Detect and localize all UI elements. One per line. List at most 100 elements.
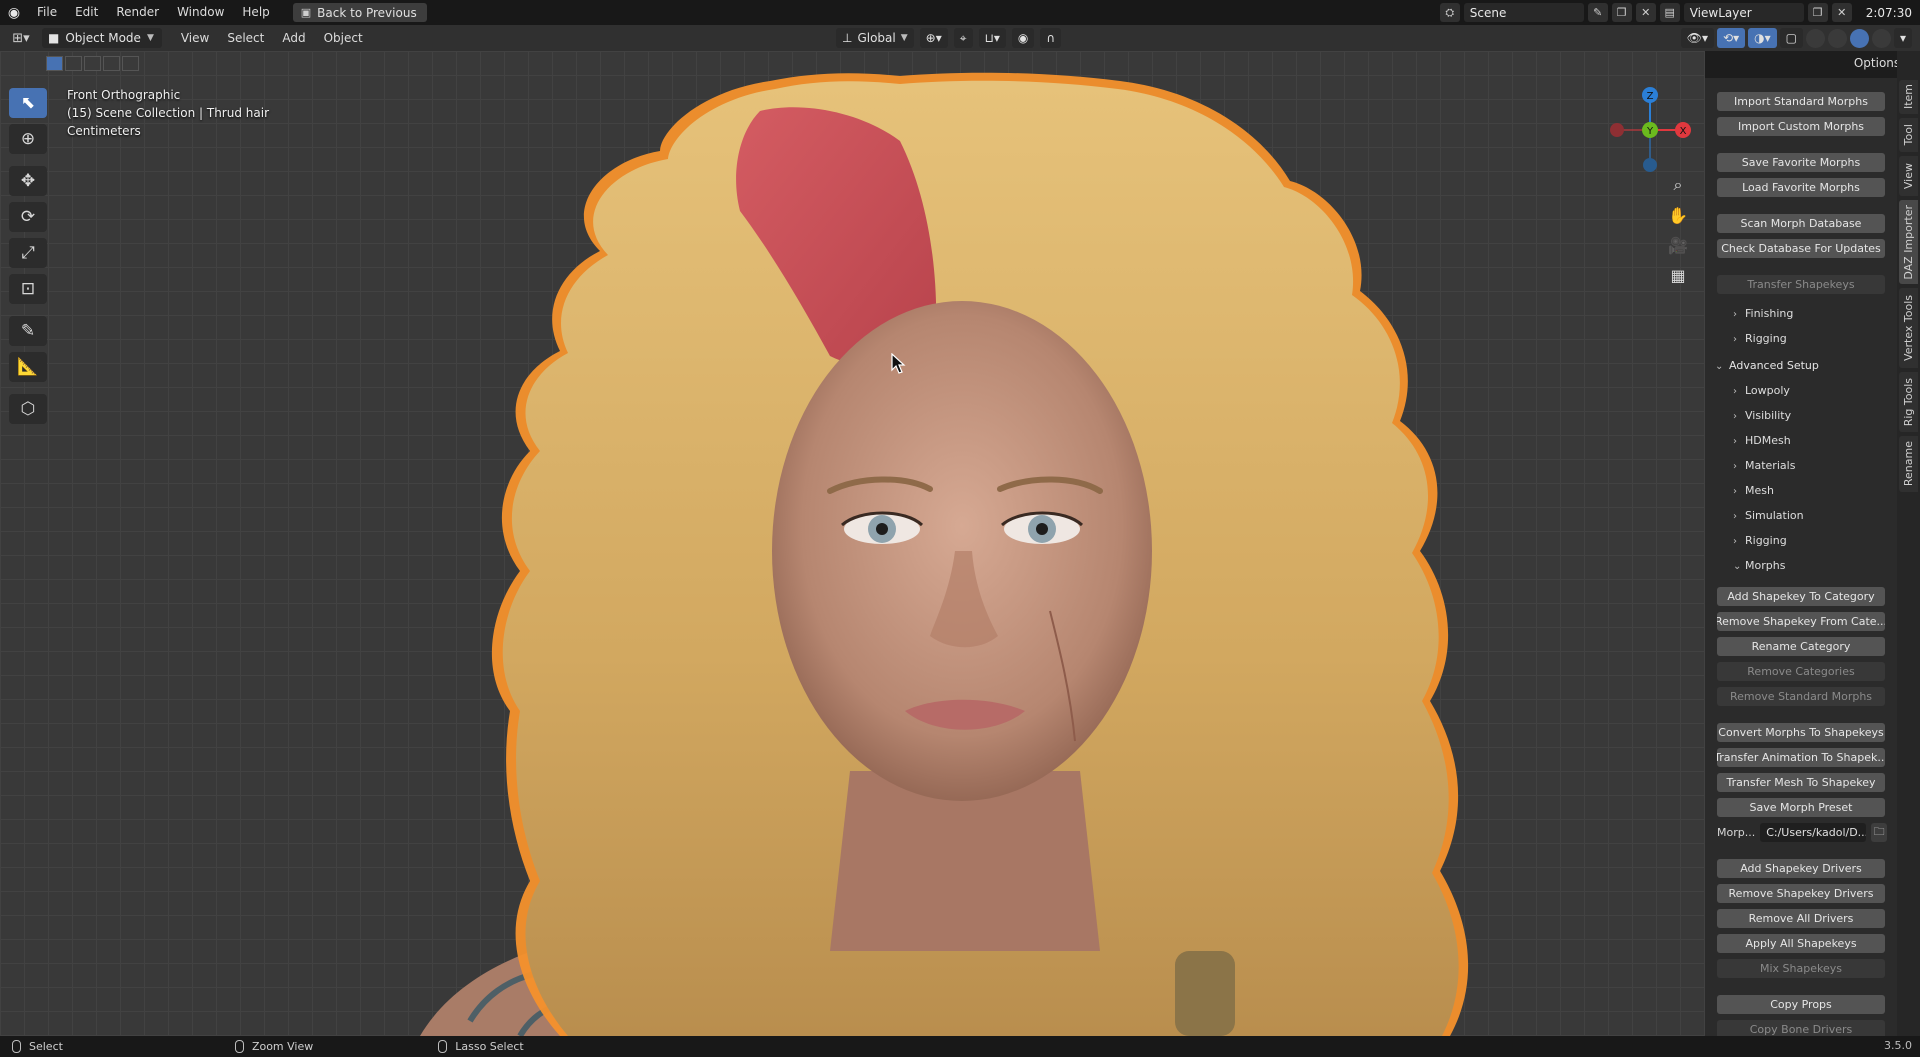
copy-bone-drivers-button[interactable]: Copy Bone Drivers bbox=[1717, 1020, 1885, 1036]
save-morph-preset-button[interactable]: Save Morph Preset bbox=[1717, 798, 1885, 817]
section-lowpoly[interactable]: › Lowpoly bbox=[1733, 384, 1790, 397]
section-finishing[interactable]: › Finishing bbox=[1733, 307, 1793, 320]
tab-tool[interactable]: Tool bbox=[1899, 118, 1918, 152]
tab-daz-importer[interactable]: DAZ Importer bbox=[1899, 200, 1918, 284]
transfer-shapekeys-button[interactable]: Transfer Shapekeys bbox=[1717, 275, 1885, 294]
tab-vertex-tools[interactable]: Vertex Tools bbox=[1899, 288, 1918, 368]
tab-view[interactable]: View bbox=[1899, 156, 1918, 196]
remove-categories-button[interactable]: Remove Categories bbox=[1717, 662, 1885, 681]
xray-toggle[interactable]: ▢ bbox=[1779, 28, 1803, 48]
section-rigging[interactable]: › Rigging bbox=[1733, 332, 1787, 345]
remove-shapekey-from-category-button[interactable]: Remove Shapekey From Cate... bbox=[1717, 612, 1885, 631]
import-custom-morphs-button[interactable]: Import Custom Morphs bbox=[1717, 117, 1885, 136]
select-extend-icon[interactable] bbox=[65, 56, 82, 71]
remove-shapekey-drivers-button[interactable]: Remove Shapekey Drivers bbox=[1717, 884, 1885, 903]
material-shading-button[interactable] bbox=[1849, 28, 1869, 48]
transform-tool-icon[interactable]: ⊡ bbox=[9, 274, 47, 304]
orientation-dropdown[interactable]: ⊥ Global ▼ bbox=[836, 28, 914, 48]
pivot-dropdown[interactable]: ⊕▾ bbox=[919, 28, 948, 48]
menu-window[interactable]: Window bbox=[168, 0, 233, 25]
object-mode-dropdown[interactable]: ■ Object Mode ▼ bbox=[42, 28, 162, 48]
section-hdmesh[interactable]: › HDMesh bbox=[1733, 434, 1791, 447]
falloff-dropdown[interactable]: ∩ bbox=[1040, 28, 1062, 48]
apply-all-shapekeys-button[interactable]: Apply All Shapekeys bbox=[1717, 934, 1885, 953]
section-morphs[interactable]: ⌄ Morphs bbox=[1733, 559, 1785, 572]
cursor-tool-icon[interactable]: ⊕ bbox=[9, 124, 47, 154]
section-materials[interactable]: › Materials bbox=[1733, 459, 1795, 472]
overlay-toggle[interactable]: ◑▾ bbox=[1748, 28, 1777, 48]
menu-view[interactable]: View bbox=[172, 31, 218, 45]
remove-standard-morphs-button[interactable]: Remove Standard Morphs bbox=[1717, 687, 1885, 706]
new-viewlayer-icon[interactable]: ❐ bbox=[1807, 3, 1828, 22]
menu-object[interactable]: Object bbox=[315, 31, 372, 45]
section-simulation[interactable]: › Simulation bbox=[1733, 509, 1804, 522]
zoom-icon[interactable]: ⌕ bbox=[1663, 171, 1693, 199]
section-rigging-advanced[interactable]: › Rigging bbox=[1733, 534, 1787, 547]
delete-scene-icon[interactable]: ✕ bbox=[1635, 3, 1656, 22]
grid-toggle-icon[interactable]: ▦ bbox=[1663, 261, 1693, 289]
navigation-gizmo[interactable]: Z X Y bbox=[1605, 85, 1695, 175]
measure-tool-icon[interactable]: 📐 bbox=[9, 352, 47, 382]
select-box-tool-icon[interactable]: ⬉ bbox=[9, 88, 47, 118]
add-shapekey-to-category-button[interactable]: Add Shapekey To Category bbox=[1717, 587, 1885, 606]
snap-target-dropdown[interactable]: ⊔▾ bbox=[978, 28, 1006, 48]
tab-item[interactable]: Item bbox=[1899, 80, 1918, 114]
visibility-dropdown[interactable]: 👁▾ bbox=[1680, 28, 1715, 48]
transfer-animation-to-shapekeys-button[interactable]: Transfer Animation To Shapek... bbox=[1717, 748, 1885, 767]
save-favorite-morphs-button[interactable]: Save Favorite Morphs bbox=[1717, 153, 1885, 172]
scan-morph-database-button[interactable]: Scan Morph Database bbox=[1717, 214, 1885, 233]
section-visibility[interactable]: › Visibility bbox=[1733, 409, 1791, 422]
select-subtract-icon[interactable] bbox=[84, 56, 101, 71]
rendered-shading-button[interactable] bbox=[1871, 28, 1891, 48]
wireframe-shading-button[interactable] bbox=[1805, 28, 1825, 48]
delete-viewlayer-icon[interactable]: ✕ bbox=[1831, 3, 1852, 22]
add-shapekey-drivers-button[interactable]: Add Shapekey Drivers bbox=[1717, 859, 1885, 878]
check-database-updates-button[interactable]: Check Database For Updates bbox=[1717, 239, 1885, 258]
menu-add[interactable]: Add bbox=[273, 31, 314, 45]
load-favorite-morphs-button[interactable]: Load Favorite Morphs bbox=[1717, 178, 1885, 197]
menu-render[interactable]: Render bbox=[107, 0, 168, 25]
rename-category-button[interactable]: Rename Category bbox=[1717, 637, 1885, 656]
3d-viewport[interactable]: Front Orthographic (15) Scene Collection… bbox=[0, 51, 1705, 1036]
menu-select[interactable]: Select bbox=[218, 31, 273, 45]
add-cube-tool-icon[interactable]: ⬡ bbox=[9, 394, 47, 424]
transfer-mesh-to-shapekey-button[interactable]: Transfer Mesh To Shapekey bbox=[1717, 773, 1885, 792]
new-scene-icon[interactable]: ❐ bbox=[1611, 3, 1632, 22]
copy-props-button[interactable]: Copy Props bbox=[1717, 995, 1885, 1014]
mix-shapekeys-button[interactable]: Mix Shapekeys bbox=[1717, 959, 1885, 978]
select-new-icon[interactable] bbox=[46, 56, 63, 71]
rotate-tool-icon[interactable]: ⟳ bbox=[9, 202, 47, 232]
convert-morphs-to-shapekeys-button[interactable]: Convert Morphs To Shapekeys bbox=[1717, 723, 1885, 742]
folder-icon[interactable]: 🗀 bbox=[1871, 823, 1887, 842]
import-standard-morphs-button[interactable]: Import Standard Morphs bbox=[1717, 92, 1885, 111]
scale-tool-icon[interactable]: ⤢ bbox=[9, 238, 47, 268]
back-to-previous-button[interactable]: ▣ Back to Previous bbox=[292, 3, 427, 22]
move-tool-icon[interactable]: ✥ bbox=[9, 166, 47, 196]
menu-file[interactable]: File bbox=[28, 0, 66, 25]
menu-edit[interactable]: Edit bbox=[66, 0, 107, 25]
annotate-tool-icon[interactable]: ✎ bbox=[9, 316, 47, 346]
solid-shading-button[interactable] bbox=[1827, 28, 1847, 48]
scene-name-field[interactable]: Scene bbox=[1463, 3, 1584, 22]
shading-options-dropdown[interactable]: ▾ bbox=[1893, 28, 1912, 48]
gizmo-toggle[interactable]: ⟲▾ bbox=[1717, 28, 1746, 48]
select-intersect-icon[interactable] bbox=[122, 56, 139, 71]
scene-browse-icon[interactable]: ⛭ bbox=[1439, 3, 1460, 22]
pan-hand-icon[interactable]: ✋ bbox=[1663, 201, 1693, 229]
viewlayer-browse-icon[interactable]: ▤ bbox=[1659, 3, 1680, 22]
snap-toggle[interactable]: ⌖ bbox=[953, 28, 973, 48]
proportional-edit-toggle[interactable]: ◉ bbox=[1011, 28, 1035, 48]
select-difference-icon[interactable] bbox=[103, 56, 120, 71]
tab-rig-tools[interactable]: Rig Tools bbox=[1899, 372, 1918, 432]
morph-path-field[interactable]: C:/Users/kadol/D... bbox=[1760, 823, 1867, 842]
remove-all-drivers-button[interactable]: Remove All Drivers bbox=[1717, 909, 1885, 928]
pin-icon[interactable]: ✎ bbox=[1587, 3, 1608, 22]
section-mesh[interactable]: › Mesh bbox=[1733, 484, 1774, 497]
editor-type-icon[interactable]: ⊞▾ bbox=[0, 25, 42, 51]
camera-icon[interactable]: 🎥 bbox=[1663, 231, 1693, 259]
blender-logo-icon[interactable]: ◉ bbox=[0, 0, 28, 25]
section-advanced-setup[interactable]: ⌄ Advanced Setup bbox=[1715, 359, 1819, 372]
tab-rename[interactable]: Rename bbox=[1899, 436, 1918, 492]
menu-help[interactable]: Help bbox=[233, 0, 278, 25]
view-layer-field[interactable]: ViewLayer bbox=[1683, 3, 1804, 22]
